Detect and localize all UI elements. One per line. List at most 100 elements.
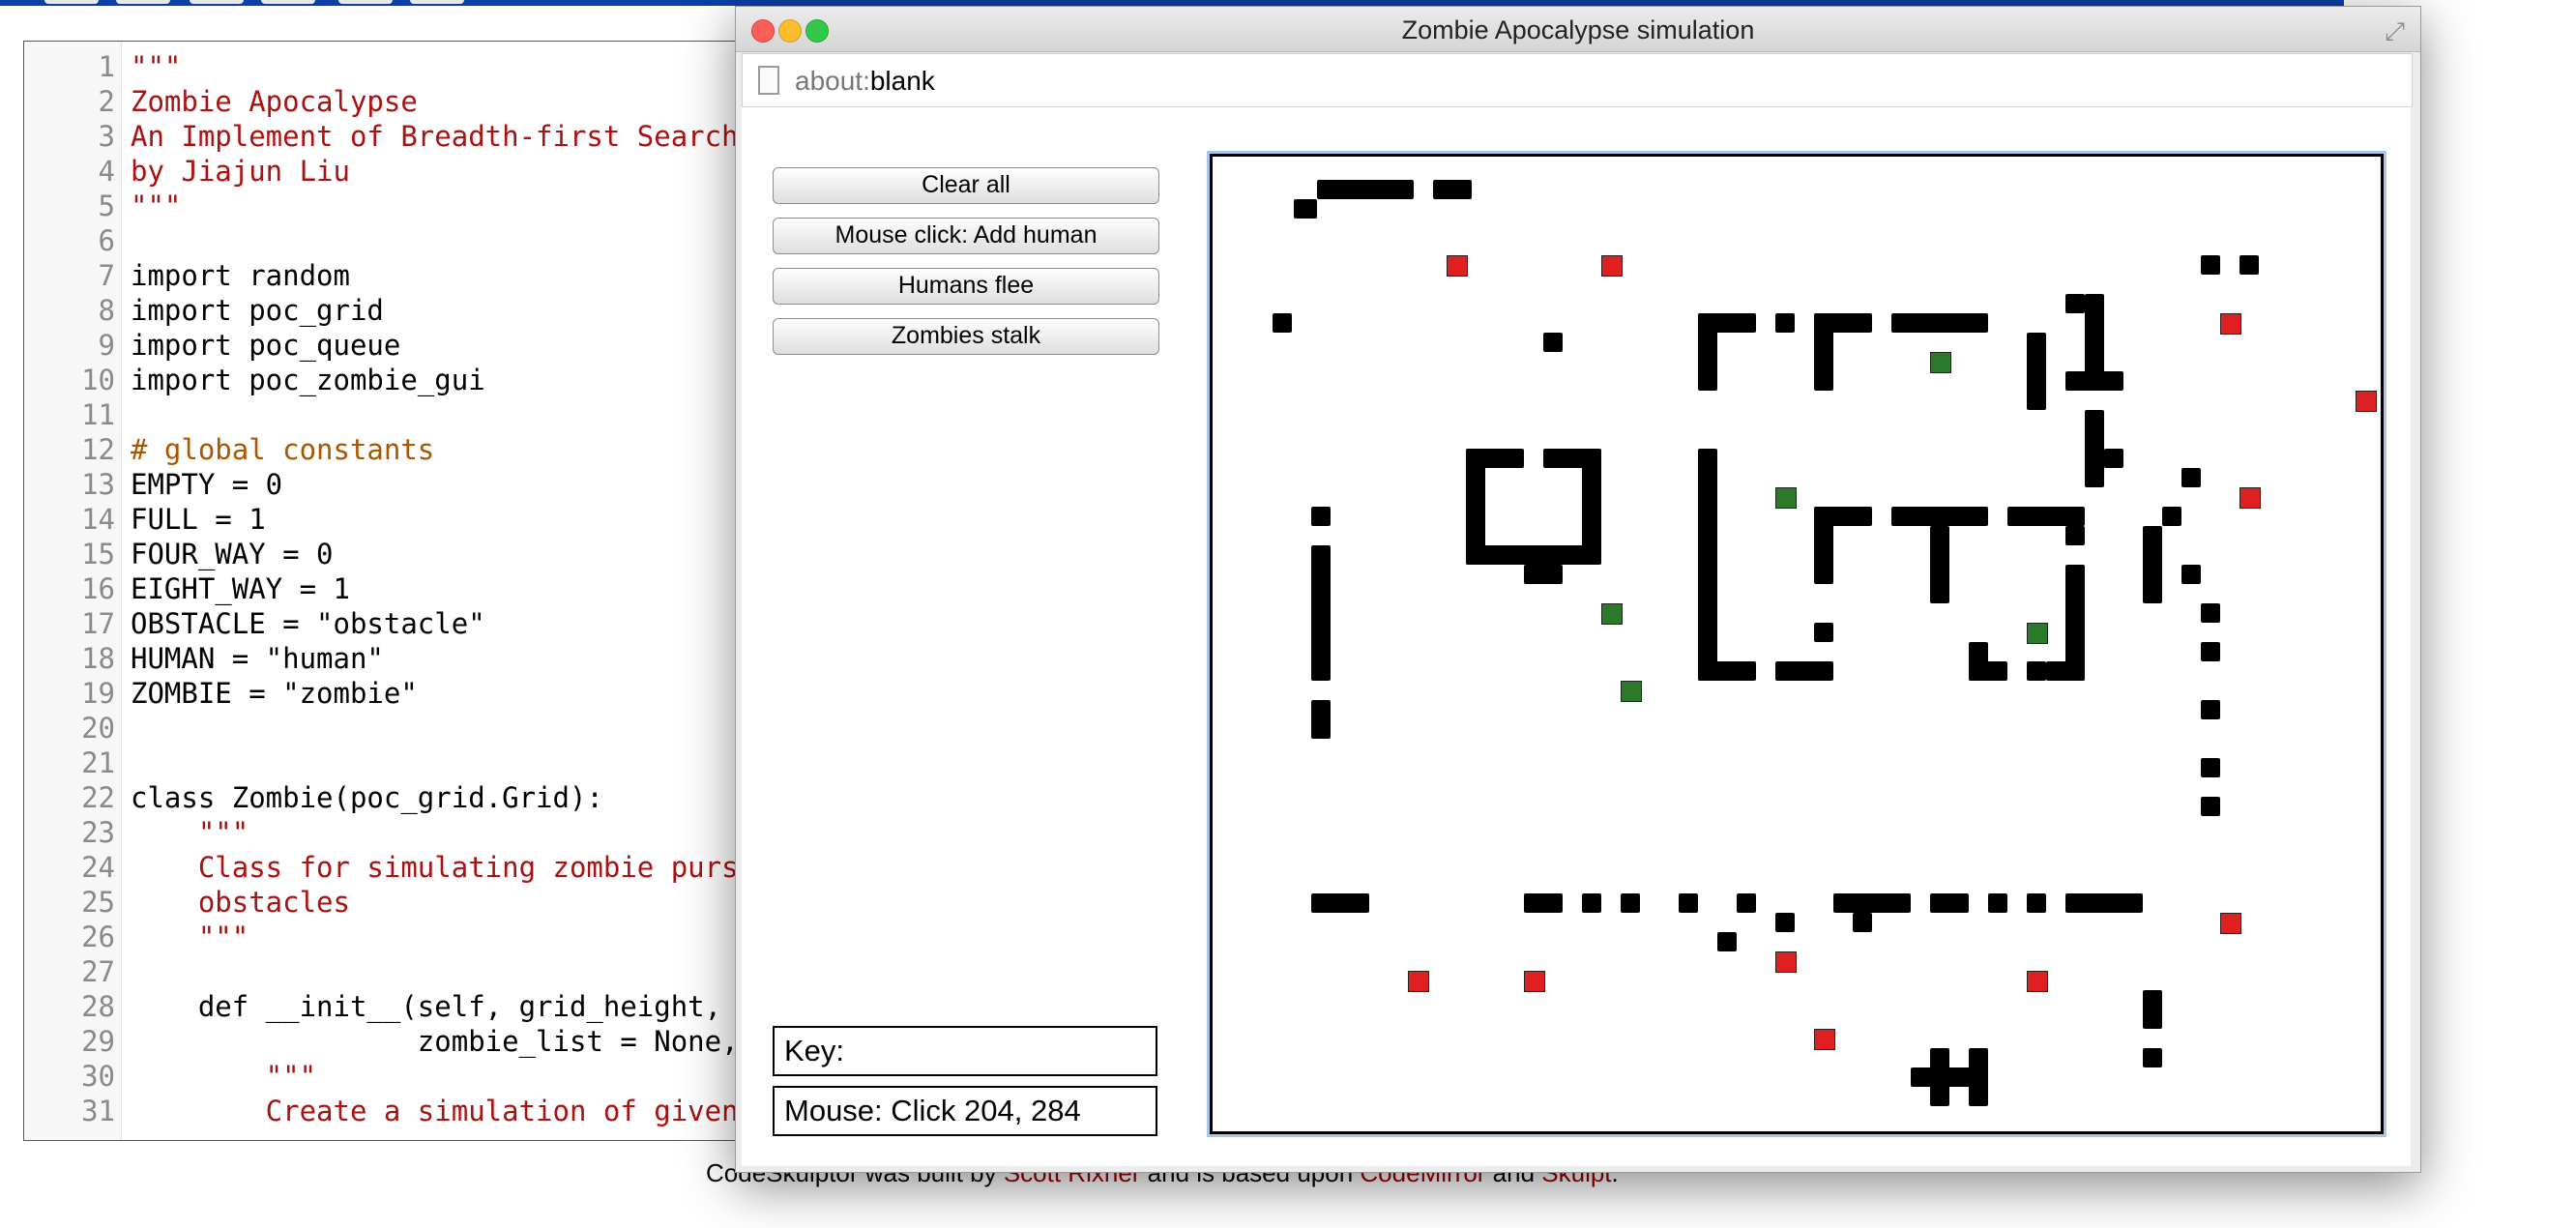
code-line: class Zombie(poc_grid.Grid): [131, 781, 603, 814]
code-line: obstacles [131, 886, 350, 919]
human-marker [2239, 487, 2261, 509]
code-line: import poc_queue [131, 329, 401, 362]
line-number: 25 [81, 886, 115, 919]
human-marker [1775, 951, 1797, 973]
line-number: 1 [98, 50, 115, 83]
line-number: 10 [81, 364, 115, 396]
line-number: 8 [98, 294, 115, 327]
url-scheme: about: [795, 66, 870, 96]
human-marker [1447, 255, 1468, 277]
simulation-window: Zombie Apocalypse simulation ⤢ about:bla… [735, 6, 2421, 1173]
obstacle [1775, 313, 1795, 333]
obstacle [1698, 449, 1717, 681]
code-line: OBSTACLE = "obstacle" [131, 607, 485, 640]
clear-all-button[interactable]: Clear all [773, 167, 1159, 204]
zombie-marker [1930, 352, 1951, 373]
human-marker [1601, 255, 1623, 277]
obstacle [1930, 893, 1969, 913]
toolbar-button[interactable] [116, 0, 170, 4]
toolbar-button[interactable] [261, 0, 315, 4]
human-marker [1814, 1029, 1835, 1050]
obstacle [2065, 526, 2085, 545]
human-marker [2220, 913, 2241, 934]
add-human-mode-button[interactable]: Mouse click: Add human [773, 218, 1159, 254]
line-number: 19 [81, 677, 115, 710]
obstacle [1466, 545, 1601, 565]
line-number: 13 [81, 468, 115, 501]
obstacle [1814, 313, 1872, 333]
code-line: Create a simulation of given size with g… [265, 1095, 739, 1127]
human-marker [1408, 971, 1429, 992]
obstacle [2027, 893, 2046, 913]
obstacle [1833, 893, 1911, 913]
simulation-canvas[interactable] [1207, 151, 2386, 1137]
line-number: 4 [98, 155, 115, 188]
obstacle [2143, 990, 2162, 1029]
code-line: by Jiajun Liu [131, 155, 350, 188]
obstacle [1853, 913, 1872, 932]
obstacle [2065, 294, 2085, 313]
obstacle [2065, 893, 2143, 913]
line-number: 22 [81, 781, 115, 814]
obstacle [1311, 893, 1369, 913]
obstacle [2201, 700, 2220, 719]
code-line: An Implement of Breadth-first Search [131, 120, 739, 153]
line-number: 6 [98, 224, 115, 257]
window-titlebar[interactable]: Zombie Apocalypse simulation ⤢ [736, 7, 2420, 52]
fullscreen-icon[interactable]: ⤢ [2385, 16, 2405, 47]
line-number: 20 [81, 712, 115, 745]
code-editor[interactable]: 1 2 3 4 5 6 7 8 9 10 11 12 13 14 15 16 17 18 19 20 21 22 23 24 2… [23, 41, 745, 1141]
obstacle [1294, 199, 1317, 219]
obstacle [1737, 893, 1756, 913]
zombie-marker [1601, 603, 1623, 625]
toolbar-button[interactable] [44, 0, 99, 4]
address-bar[interactable]: about:blank [742, 53, 2413, 107]
obstacle [2046, 661, 2085, 681]
human-marker [2027, 971, 2048, 992]
humans-flee-button[interactable]: Humans flee [773, 268, 1159, 305]
obstacle [1433, 180, 1472, 199]
obstacle [2201, 758, 2220, 777]
line-number: 12 [81, 433, 115, 466]
line-number: 5 [98, 190, 115, 222]
code-line: zombie_list = None, human_list = None): [417, 1025, 739, 1058]
line-number: 23 [81, 816, 115, 849]
obstacle [1317, 180, 1414, 199]
line-number: 7 [98, 259, 115, 292]
human-marker [2356, 391, 2377, 412]
code-line: import poc_grid [131, 294, 384, 327]
obstacle [1930, 526, 1949, 603]
code-line: ZOMBIE = "zombie" [131, 677, 418, 710]
mouse-status-label: Mouse: Click 204, 284 [773, 1086, 1157, 1136]
toolbar-button[interactable] [338, 0, 393, 4]
obstacle [2104, 449, 2123, 468]
obstacle [2201, 797, 2220, 816]
code-line: import random [131, 259, 350, 292]
obstacle [2027, 661, 2046, 681]
simulation-content: Clear all Mouse click: Add human Humans … [742, 107, 2411, 1166]
obstacle [2201, 255, 2220, 275]
code-line: Class for simulating zombie pursuit of h… [197, 851, 744, 884]
obstacle [1311, 507, 1331, 526]
line-number: 28 [81, 990, 115, 1023]
zombie-marker [1621, 681, 1642, 702]
toolbar-button[interactable] [410, 0, 464, 4]
key-label: Key: [773, 1026, 1157, 1076]
code-line: """ [131, 50, 182, 83]
obstacle [1698, 661, 1756, 681]
line-number: 24 [81, 851, 115, 884]
obstacle [2085, 410, 2104, 487]
obstacle [2143, 1048, 2162, 1067]
line-number: 3 [98, 120, 115, 153]
toolbar-button[interactable] [190, 0, 244, 4]
line-number: 30 [81, 1060, 115, 1093]
line-number: 2 [98, 85, 115, 118]
window-title: Zombie Apocalypse simulation [1401, 15, 1755, 44]
obstacle [1775, 661, 1833, 681]
code-line: EIGHT_WAY = 1 [131, 572, 350, 605]
obstacle [2201, 603, 2220, 623]
code-line: HUMAN = "human" [131, 642, 384, 675]
zombies-stalk-button[interactable]: Zombies stalk [773, 318, 1159, 355]
line-number: 9 [98, 329, 115, 362]
human-marker [1524, 971, 1545, 992]
